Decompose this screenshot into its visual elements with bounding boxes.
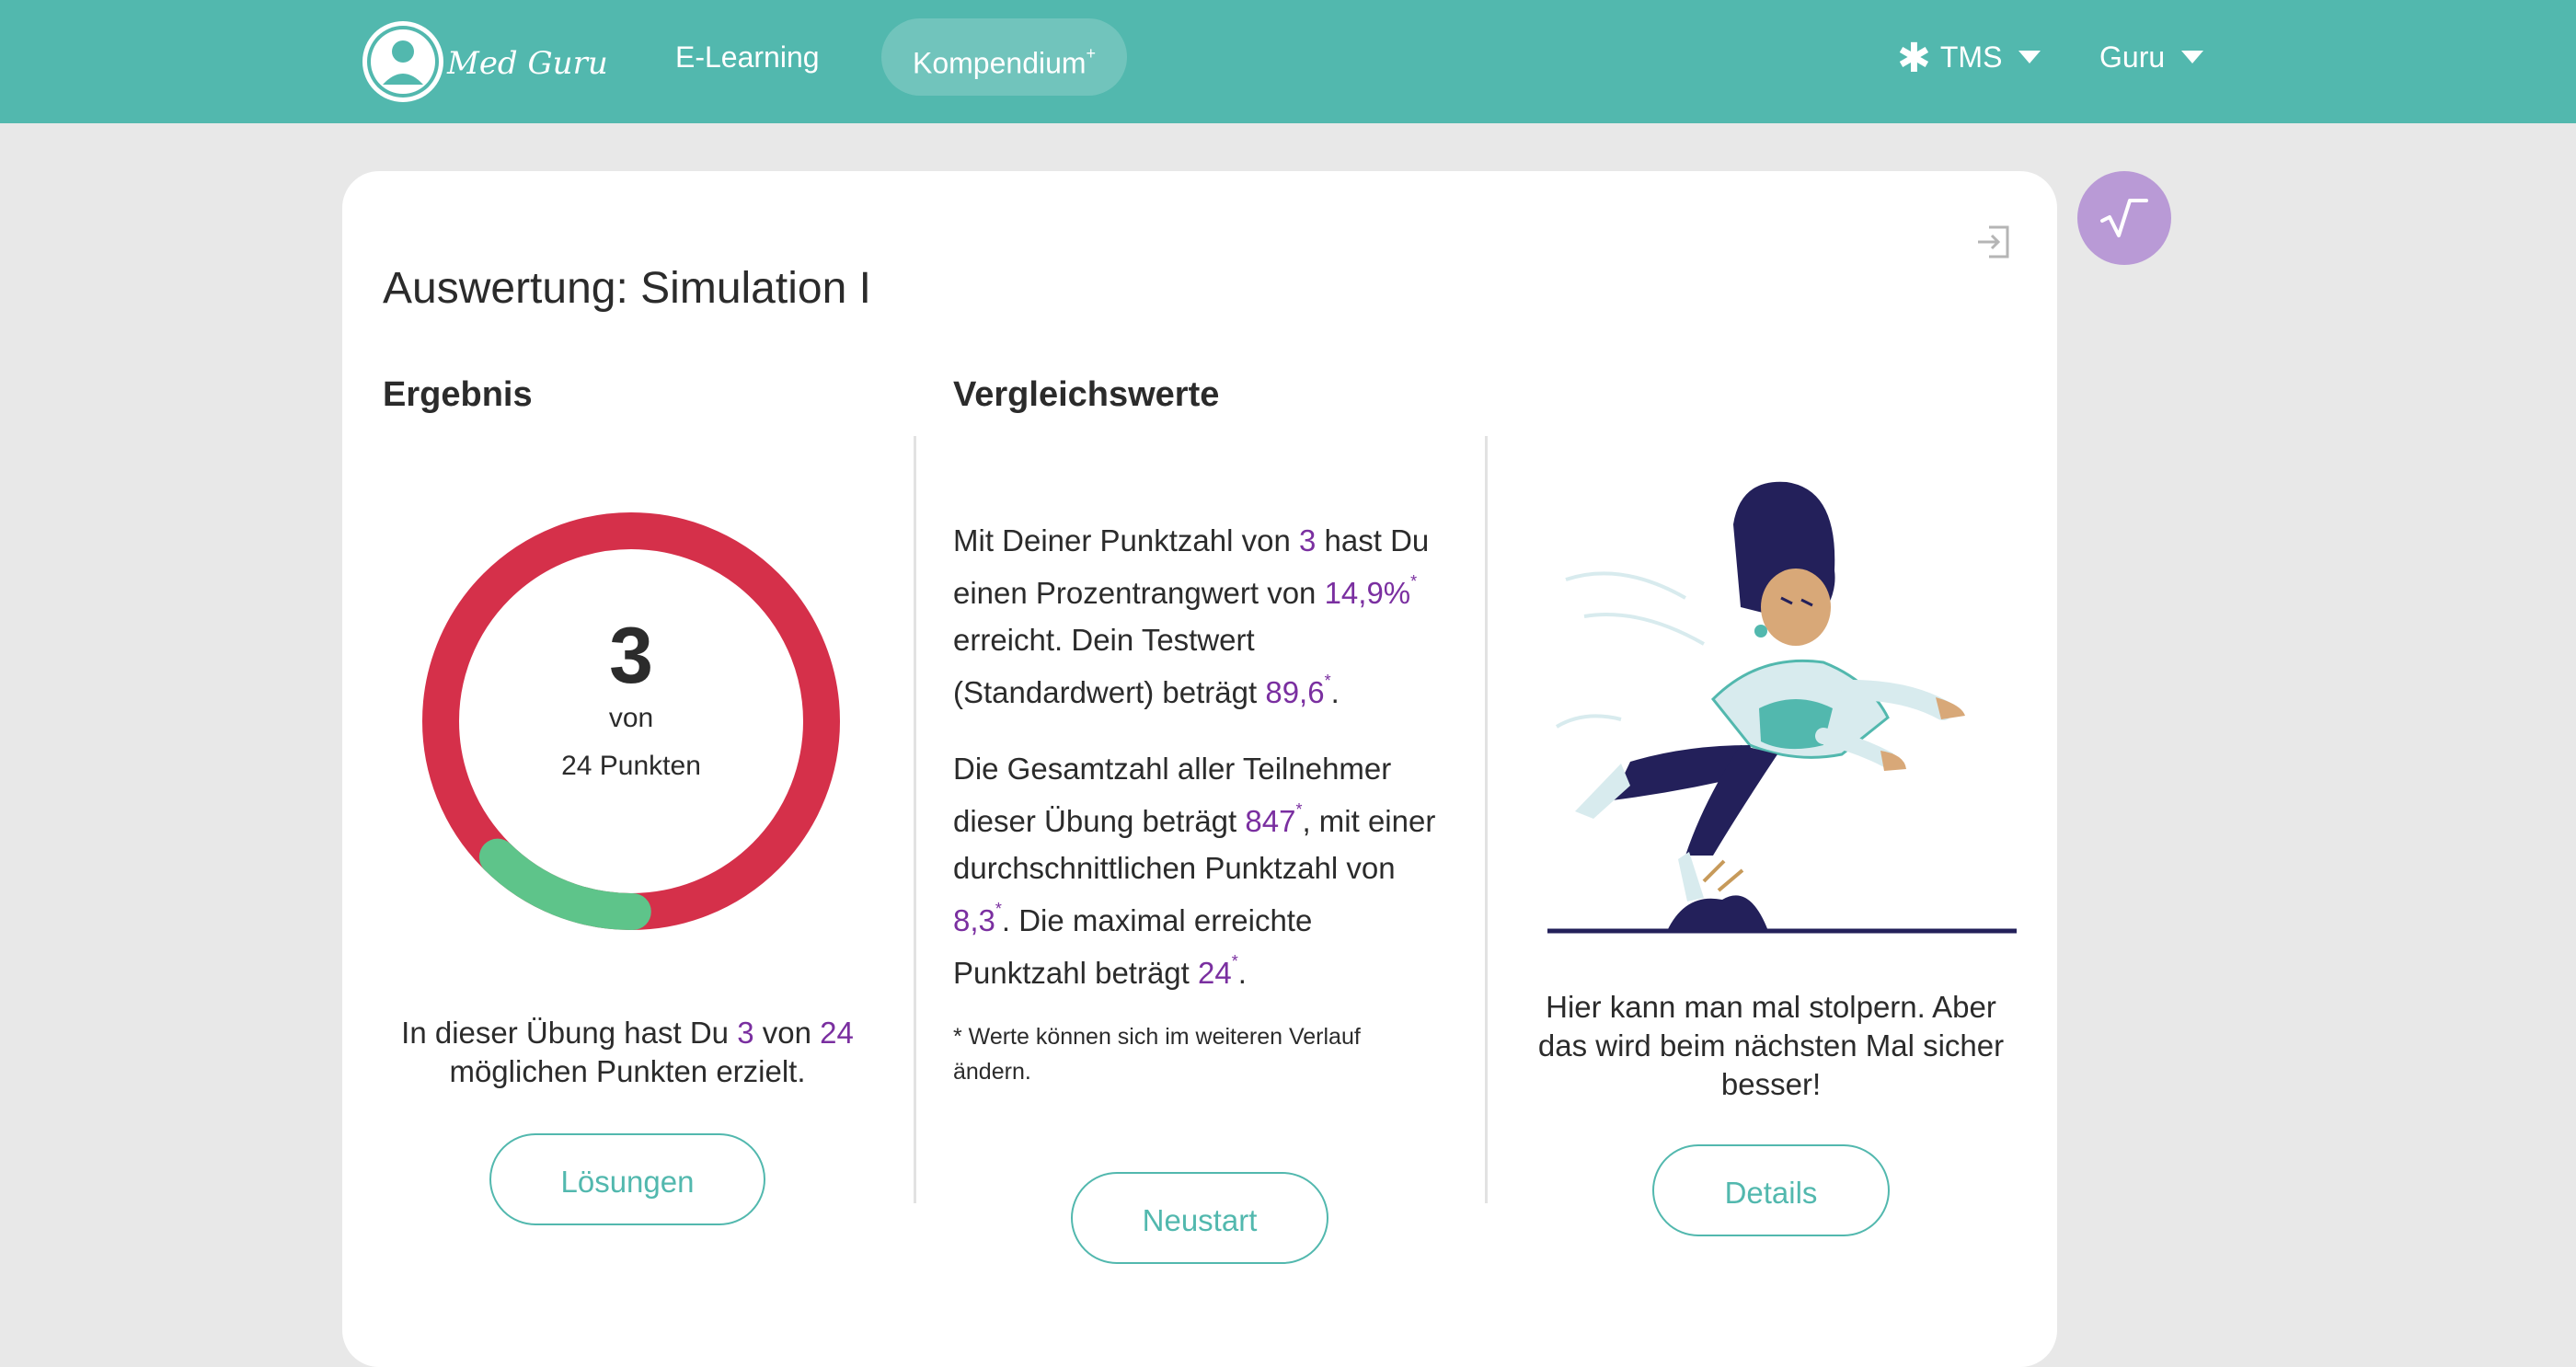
result-text-score: 3 xyxy=(737,1016,754,1050)
nav-tms-label: TMS xyxy=(1939,40,2003,74)
cmp-text: erreicht. Dein Testwert (Standardwert) b… xyxy=(953,623,1266,709)
square-root-icon xyxy=(2100,199,2148,237)
column-divider xyxy=(1485,436,1488,1203)
result-text-mid: von xyxy=(753,1016,821,1050)
footnote: * Werte können sich im weiteren Verlauf … xyxy=(953,1024,1361,1085)
nav-user-label: Guru xyxy=(2099,40,2166,74)
footnote-star: * xyxy=(1295,800,1303,819)
page-title: Auswertung: Simulation I xyxy=(383,264,871,313)
solutions-button[interactable]: Lösungen xyxy=(489,1133,765,1225)
details-button[interactable]: Details xyxy=(1652,1144,1890,1236)
cmp-test-value: 89,6 xyxy=(1265,675,1325,709)
nav-tms-dropdown[interactable]: ✱ TMS xyxy=(1897,18,2041,96)
cmp-text: . xyxy=(1237,956,1247,990)
logo-wordmark: Med Gurus xyxy=(446,45,607,82)
footnote-star: * xyxy=(995,900,1002,918)
stumbling-person-illustration xyxy=(1520,469,2035,948)
result-text-post: möglichen Punkten erzielt. xyxy=(449,1054,806,1088)
footnote-star: * xyxy=(1324,672,1331,690)
restart-button[interactable]: Neustart xyxy=(1071,1172,1328,1264)
result-text-pre: In dieser Übung hast Du xyxy=(401,1016,738,1050)
nav-user-dropdown[interactable]: Guru xyxy=(2099,18,2204,96)
cmp-percentile-rank: 14,9% xyxy=(1324,576,1411,610)
chevron-down-icon xyxy=(2018,51,2041,63)
comparison-paragraph-rank: Mit Deiner Punktzahl von 3 hast Du einen… xyxy=(953,517,1450,716)
exit-icon[interactable] xyxy=(1974,224,2011,260)
calculator-button[interactable] xyxy=(2077,171,2171,265)
comparison-paragraph-participants: Die Gesamtzahl aller Teilnehmer dieser Ü… xyxy=(953,745,1450,996)
chevron-down-icon xyxy=(2181,51,2204,63)
footnote-star: * xyxy=(1231,952,1238,971)
cmp-text: . Die maximal erreichte Punktzahl beträg… xyxy=(953,903,1313,990)
cmp-score: 3 xyxy=(1299,523,1317,557)
score-summary: 3 von 24 Punkten xyxy=(420,510,843,933)
cmp-text: . xyxy=(1330,675,1340,709)
cmp-text: Mit Deiner Punktzahl von xyxy=(953,523,1300,557)
cmp-max-points: 24 xyxy=(1198,956,1232,990)
nav-kompendium-plus: + xyxy=(1086,44,1097,63)
feedback-caption: Hier kann man mal stolpern. Aber das wir… xyxy=(1537,990,2005,1101)
nav-kompendium[interactable]: Kompendium+ xyxy=(881,18,1128,96)
score-von-label: von xyxy=(608,703,654,733)
result-heading: Ergebnis xyxy=(383,375,533,414)
footnote-star: * xyxy=(1410,572,1418,591)
result-text-max: 24 xyxy=(820,1016,854,1050)
nav-kompendium-label: Kompendium xyxy=(913,46,1087,80)
top-navigation-bar: Med Gurus E-Learning Kompendium+ ✱ TMS G… xyxy=(0,0,2576,123)
score-value: 3 xyxy=(609,612,653,700)
comparison-heading: Vergleichswerte xyxy=(953,375,1220,414)
result-description: In dieser Übung hast Du 3 von 24 möglich… xyxy=(383,1014,872,1091)
nav-elearning[interactable]: E-Learning xyxy=(675,18,820,96)
cmp-average: 8,3 xyxy=(953,903,995,937)
column-divider xyxy=(914,436,916,1203)
score-total-label: 24 Punkten xyxy=(561,751,701,781)
cmp-participants: 847 xyxy=(1245,804,1296,838)
medgurus-logo[interactable]: Med Gurus xyxy=(359,17,624,107)
asterisk-icon: ✱ xyxy=(1897,36,1931,81)
